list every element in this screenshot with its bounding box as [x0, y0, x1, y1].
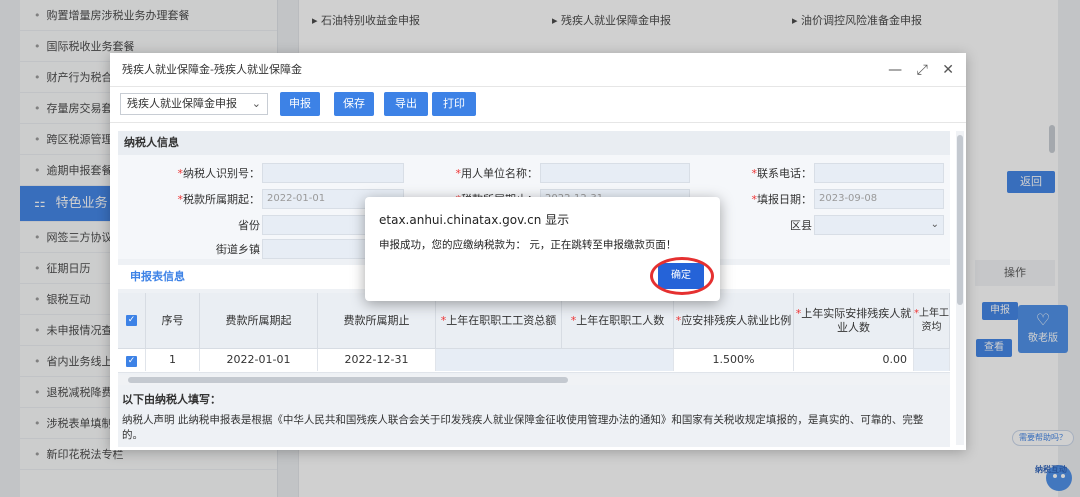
fill-date-field[interactable]: 2023-09-08 [814, 189, 944, 209]
row-ratio: 1.500% [674, 349, 794, 371]
taxpayer-id-field[interactable] [262, 163, 404, 183]
taxpayer-section-title: 纳税人信息 [118, 131, 950, 155]
street-label: 街道乡镇 [216, 243, 260, 256]
row-period-start: 2022-01-01 [200, 349, 318, 371]
col-staff-count: *上年在职职工人数 [562, 293, 674, 349]
table-horizontal-scrollbar[interactable] [118, 375, 950, 385]
row-period-end: 2022-12-31 [318, 349, 436, 371]
contact-phone-field[interactable] [814, 163, 944, 183]
form-type-select[interactable]: 残疾人就业保障金申报 ⌄ [120, 93, 268, 115]
table-row: ✓ 1 2022-01-01 2022-12-31 1.500% 0.00 [118, 349, 950, 373]
check-icon: ✓ [126, 315, 137, 326]
row-index: 1 [146, 349, 200, 371]
close-icon[interactable]: ✕ [942, 62, 954, 78]
col-period-end: 费款所属期止 [318, 293, 436, 349]
row-disabled-count: 0.00 [794, 349, 914, 371]
employer-name-label: *用人单位名称： [455, 167, 539, 180]
contact-phone-label: *联系电话： [751, 167, 813, 180]
modal-toolbar: 残疾人就业保障金申报 ⌄ 申报 保存 导出 打印 [110, 87, 966, 123]
col-index: 序号 [146, 293, 200, 349]
chevron-down-icon: ⌄ [930, 219, 939, 230]
declaration-title: 以下由纳税人填写： [122, 393, 221, 406]
col-required-ratio: *应安排残疾人就业比例 [674, 293, 794, 349]
maximize-icon[interactable]: ⤢ [917, 62, 928, 78]
col-disabled-employed: *上年实际安排残疾人就业人数 [794, 293, 914, 349]
dialog-message: 申报成功，您的应缴纳税款为： 元，正在跳转至申报缴款页面！ [379, 239, 677, 251]
submit-button[interactable]: 申报 [280, 92, 320, 116]
modal-title: 残疾人就业保障金-残疾人就业保障金 [122, 63, 302, 76]
minimize-icon[interactable]: — [888, 62, 902, 78]
province-label: 省份 [238, 219, 260, 232]
period-start-label: *税款所属期起： [177, 193, 261, 206]
row-avg-wage [914, 349, 950, 371]
col-total-wages: *上年在职职工工资总额 [436, 293, 562, 349]
employer-name-field[interactable] [540, 163, 690, 183]
chevron-down-icon: ⌄ [251, 97, 261, 110]
export-button[interactable]: 导出 [384, 92, 428, 116]
col-period-start: 费款所属期起 [200, 293, 318, 349]
taxpayer-id-label: *纳税人识别号： [177, 167, 261, 180]
modal-title-bar: 残疾人就业保障金-残疾人就业保障金 — ⤢ ✕ [110, 53, 966, 87]
highlight-ring [650, 257, 714, 295]
check-icon: ✓ [126, 356, 137, 367]
row-checkbox[interactable]: ✓ [118, 349, 146, 371]
dialog-title: etax.anhui.chinatax.gov.cn 显示 [379, 213, 570, 227]
col-avg-wage: *上年工资均 [914, 293, 950, 349]
declaration-text: 纳税人声明 此纳税申报表是根据《中华人民共和国残疾人联合会关于印发残疾人就业保障… [122, 414, 924, 441]
select-all-checkbox[interactable]: ✓ [118, 293, 146, 349]
print-button[interactable]: 打印 [432, 92, 476, 116]
row-wage-input[interactable] [436, 349, 674, 371]
modal-vertical-scrollbar[interactable] [956, 131, 964, 445]
district-select[interactable]: ⌄ [814, 215, 944, 235]
save-button[interactable]: 保存 [334, 92, 374, 116]
